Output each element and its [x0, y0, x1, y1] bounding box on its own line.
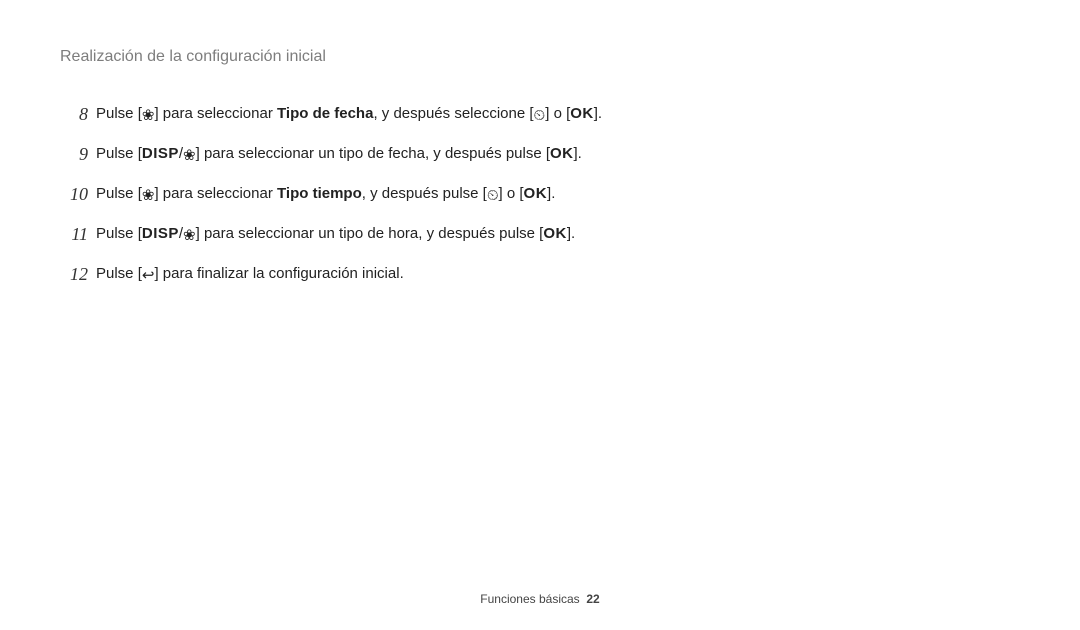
macro-icon: ❀	[142, 104, 155, 128]
step-text: Pulse [	[96, 265, 142, 282]
page-footer: Funciones básicas 22	[0, 592, 1080, 606]
ok-label: OK	[570, 105, 594, 122]
step-number: 8	[60, 102, 88, 127]
step-item: 12 Pulse [↩] para finalizar la configurac…	[60, 262, 660, 288]
step-number: 10	[60, 182, 88, 207]
step-number: 12	[60, 262, 88, 287]
step-text: ] para seleccionar un tipo de fecha, y d…	[196, 145, 550, 162]
step-text: ] para seleccionar	[154, 185, 277, 202]
step-body: Pulse [DISP/❀] para seleccionar un tipo …	[96, 142, 660, 168]
ok-label: OK	[543, 225, 567, 242]
macro-icon: ❀	[142, 184, 155, 208]
steps-list: 8Pulse [❀] para seleccionar Tipo de fech…	[60, 102, 660, 288]
footer-page-number: 22	[586, 592, 599, 606]
step-bold-text: Tipo tiempo	[277, 185, 362, 202]
step-text: Pulse [	[96, 105, 142, 122]
step-body: Pulse [❀] para seleccionar Tipo de fecha…	[96, 102, 660, 128]
macro-icon: ❀	[183, 144, 196, 168]
step-text: ] o [	[499, 185, 524, 202]
step-item: 9 Pulse [DISP/❀] para seleccionar un tipo…	[60, 142, 660, 168]
step-text: ].	[574, 145, 582, 162]
back-icon: ↩	[142, 264, 155, 288]
macro-icon: ❀	[183, 224, 196, 248]
step-bold-text: Tipo de fecha	[277, 105, 373, 122]
step-text: , y después pulse [	[362, 185, 487, 202]
step-text: ] para seleccionar	[154, 105, 277, 122]
step-number: 9	[60, 142, 88, 167]
step-text: ] o [	[545, 105, 570, 122]
step-text: ] para finalizar la configuración inicia…	[154, 265, 403, 282]
step-text: ].	[567, 225, 575, 242]
step-text: Pulse [	[96, 185, 142, 202]
step-number: 11	[60, 222, 88, 247]
step-body: Pulse [DISP/❀] para seleccionar un tipo …	[96, 222, 660, 248]
step-item: 8 Pulse [❀] para seleccionar Tipo de fech…	[60, 102, 660, 128]
ok-label: OK	[550, 145, 574, 162]
ok-label: OK	[524, 185, 548, 202]
step-text: Pulse [	[96, 145, 142, 162]
manual-page: Realización de la configuración inicial …	[0, 0, 1080, 630]
disp-label: DISP	[142, 225, 179, 242]
step-text: ] para seleccionar un tipo de hora, y de…	[196, 225, 544, 242]
step-text: , y después seleccione [	[373, 105, 533, 122]
step-text: Pulse [	[96, 225, 142, 242]
footer-section: Funciones básicas	[480, 592, 579, 606]
step-item: 11 Pulse [DISP/❀] para seleccionar un tip…	[60, 222, 660, 248]
page-header: Realización de la configuración inicial	[60, 48, 1020, 66]
step-text: ].	[547, 185, 555, 202]
step-body: Pulse [❀] para seleccionar Tipo tiempo, …	[96, 182, 660, 208]
timer-icon: ⏲	[487, 184, 499, 208]
step-body: Pulse [↩] para finalizar la configuració…	[96, 262, 660, 288]
step-item: 10 Pulse [❀] para seleccionar Tipo tiempo…	[60, 182, 660, 208]
disp-label: DISP	[142, 145, 179, 162]
step-text: ].	[594, 105, 602, 122]
timer-icon: ⏲	[534, 104, 546, 128]
